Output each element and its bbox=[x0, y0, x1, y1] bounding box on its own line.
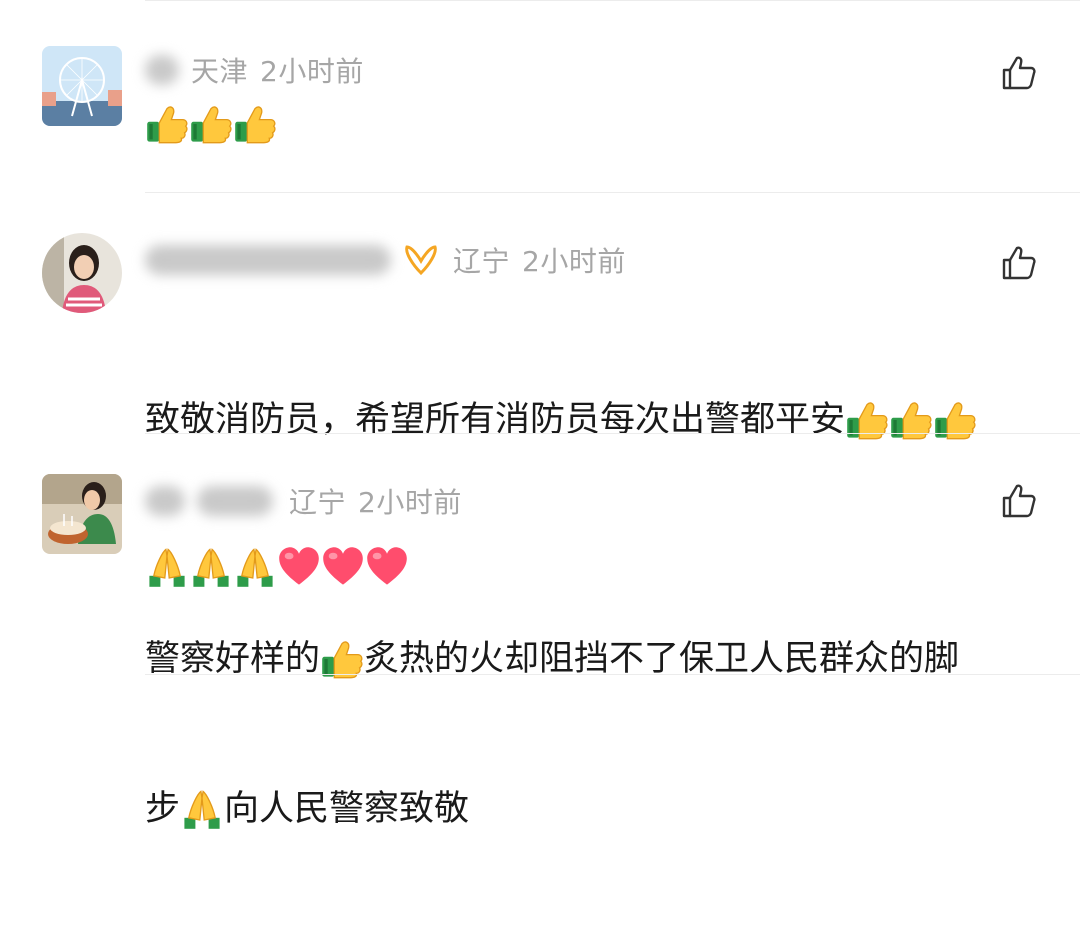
comment-body-part4: 向人民警察致敬 bbox=[224, 789, 470, 829]
comment-meta: 辽宁 2小时前 bbox=[145, 238, 626, 282]
comment-time: 2小时前 bbox=[522, 245, 626, 278]
comment-text: 警察好样的 炙热的火却阻挡不了保卫人民群众的脚 步 向人民警察致敬 bbox=[145, 534, 1040, 934]
comment-time: 2小时前 bbox=[358, 486, 462, 519]
comment-location: 天津 bbox=[191, 55, 249, 88]
like-icon[interactable] bbox=[1000, 482, 1038, 520]
comment-divider bbox=[145, 674, 1080, 675]
comment-time: 2小时前 bbox=[260, 55, 364, 88]
comment-body-part3: 步 bbox=[145, 789, 181, 829]
comment-meta: 天津 2小时前 bbox=[145, 48, 364, 92]
comment-item: 辽宁 2小时前 致敬消防员，希望所有消防员每次出警都平安 bbox=[0, 193, 1080, 433]
thumbs-up-icon bbox=[233, 102, 277, 146]
folded-hands-icon bbox=[180, 787, 224, 831]
comment-location: 辽宁 bbox=[453, 245, 511, 278]
avatar[interactable] bbox=[42, 474, 122, 554]
blurred-username[interactable] bbox=[197, 486, 273, 516]
thumbs-up-icon bbox=[189, 102, 233, 146]
avatar[interactable] bbox=[42, 233, 122, 313]
orange-ribbon-badge-icon bbox=[405, 245, 437, 276]
comment-text bbox=[145, 102, 1040, 146]
comment-item: 辽宁 2小时前 警察好样的 炙热的火却阻挡不了保卫人民群众的脚 步 向人民警察致敬 bbox=[0, 434, 1080, 674]
blurred-username[interactable] bbox=[145, 486, 185, 516]
comment-body-part2: 炙热的火却阻挡不了保卫人民群众的脚 bbox=[364, 639, 960, 679]
avatar[interactable] bbox=[42, 46, 122, 126]
blurred-username[interactable] bbox=[145, 55, 179, 85]
thumbs-up-icon bbox=[145, 102, 189, 146]
comment-body-part1: 警察好样的 bbox=[145, 639, 321, 679]
comment-item: 天津 2小时前 bbox=[0, 0, 1080, 192]
comment-location: 辽宁 bbox=[289, 486, 347, 519]
comment-meta: 辽宁 2小时前 bbox=[145, 479, 462, 523]
like-icon[interactable] bbox=[1000, 54, 1038, 92]
like-icon[interactable] bbox=[1000, 244, 1038, 282]
blurred-username[interactable] bbox=[145, 245, 391, 275]
